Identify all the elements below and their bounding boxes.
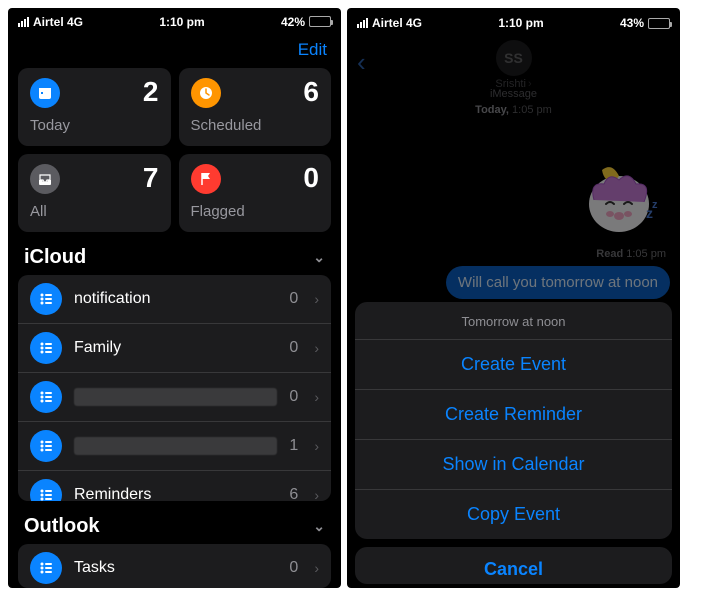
calendar-icon [30,78,60,108]
smart-list-cards: 2 Today 6 Scheduled 7 All [8,68,341,232]
sheet-cancel[interactable]: Cancel [355,547,672,584]
chevron-right-icon: › [314,487,319,501]
chevron-down-icon: ⌄ [313,249,325,266]
list-outlook: Tasks 0 › [18,544,331,588]
list-icon [30,381,62,413]
section-header-outlook[interactable]: Outlook ⌄ [8,501,341,544]
svg-text:z: z [652,199,658,211]
signal-icon [357,18,368,28]
clock-icon [191,78,221,108]
carrier-label: Airtel 4G [372,16,422,30]
list-icon [30,430,62,462]
list-count: 1 [289,437,298,455]
list-icon [30,552,62,584]
card-count: 6 [303,78,319,106]
list-row[interactable]: ████████████████ 0 › [18,373,331,422]
battery-icon [648,18,670,29]
card-scheduled[interactable]: 6 Scheduled [179,68,332,146]
list-row[interactable]: Reminders 6 › [18,471,331,501]
card-flagged[interactable]: 0 Flagged [179,154,332,232]
list-count: 0 [289,339,298,357]
list-count: 0 [289,388,298,406]
list-row[interactable]: ██████ 1 › [18,422,331,471]
edit-button[interactable]: Edit [298,40,327,60]
card-label: All [30,203,159,220]
chevron-right-icon: › [314,291,319,307]
battery-icon [309,16,331,27]
thread-service: iMessage [357,88,670,100]
contact-header[interactable]: SS Srishti› [347,40,680,90]
list-icon [30,332,62,364]
carrier-label: Airtel 4G [33,15,83,29]
sheet-create-event[interactable]: Create Event [355,340,672,390]
battery-pct: 42% [281,15,305,29]
list-row[interactable]: Family 0 › [18,324,331,373]
status-time: 1:10 pm [159,15,204,29]
action-sheet: Tomorrow at noon Create Event Create Rem… [347,302,680,588]
memoji-sticker[interactable]: z z [574,152,664,242]
status-bar: Airtel 4G 1:10 pm 43% [347,8,680,38]
sent-message-bubble[interactable]: Will call you tomorrow at noon [446,266,670,299]
sheet-title: Tomorrow at noon [355,302,672,340]
list-count: 0 [289,559,298,577]
chevron-right-icon: › [314,389,319,405]
chevron-down-icon: ⌄ [313,518,325,535]
card-count: 2 [143,78,159,106]
status-bar: Airtel 4G 1:10 pm 42% [8,8,341,36]
list-name: Tasks [74,559,277,577]
thread-timestamp: Today, 1:05 pm [357,104,670,116]
card-today[interactable]: 2 Today [18,68,171,146]
nav-bar: ‹ SS Srishti› [347,38,680,84]
card-label: Today [30,117,159,134]
sheet-show-calendar[interactable]: Show in Calendar [355,440,672,490]
sheet-create-reminder[interactable]: Create Reminder [355,390,672,440]
list-icloud: notification 0 › Family 0 › ████████████████ 0 ›… [18,275,331,501]
section-title: Outlook [24,515,100,538]
reminders-screen: Airtel 4G 1:10 pm 42% Edit 2 Today [8,8,341,588]
section-title: iCloud [24,246,86,269]
card-count: 0 [303,164,319,192]
avatar: SS [496,40,532,76]
tray-icon [30,164,60,194]
flag-icon [191,164,221,194]
list-row[interactable]: notification 0 › [18,275,331,324]
card-label: Flagged [191,203,320,220]
status-time: 1:10 pm [498,16,543,30]
list-name: ██████ [74,437,277,455]
list-count: 6 [289,486,298,501]
list-icon [30,479,62,501]
card-count: 7 [143,164,159,192]
card-all[interactable]: 7 All [18,154,171,232]
chevron-right-icon: › [314,560,319,576]
list-count: 0 [289,290,298,308]
chevron-right-icon: › [314,438,319,454]
signal-icon [18,17,29,27]
list-name: ████████████████ [74,388,277,406]
sheet-copy-event[interactable]: Copy Event [355,490,672,539]
list-name: notification [74,290,277,308]
card-label: Scheduled [191,117,320,134]
section-header-icloud[interactable]: iCloud ⌄ [8,232,341,275]
chevron-right-icon: › [314,340,319,356]
list-name: Reminders [74,486,277,501]
battery-pct: 43% [620,16,644,30]
read-receipt: Read 1:05 pm [596,248,666,260]
list-icon [30,283,62,315]
list-name: Family [74,339,277,357]
imessage-screen: Airtel 4G 1:10 pm 43% ‹ SS Srishti› iMes… [347,8,680,588]
list-row[interactable]: Tasks 0 › [18,544,331,588]
